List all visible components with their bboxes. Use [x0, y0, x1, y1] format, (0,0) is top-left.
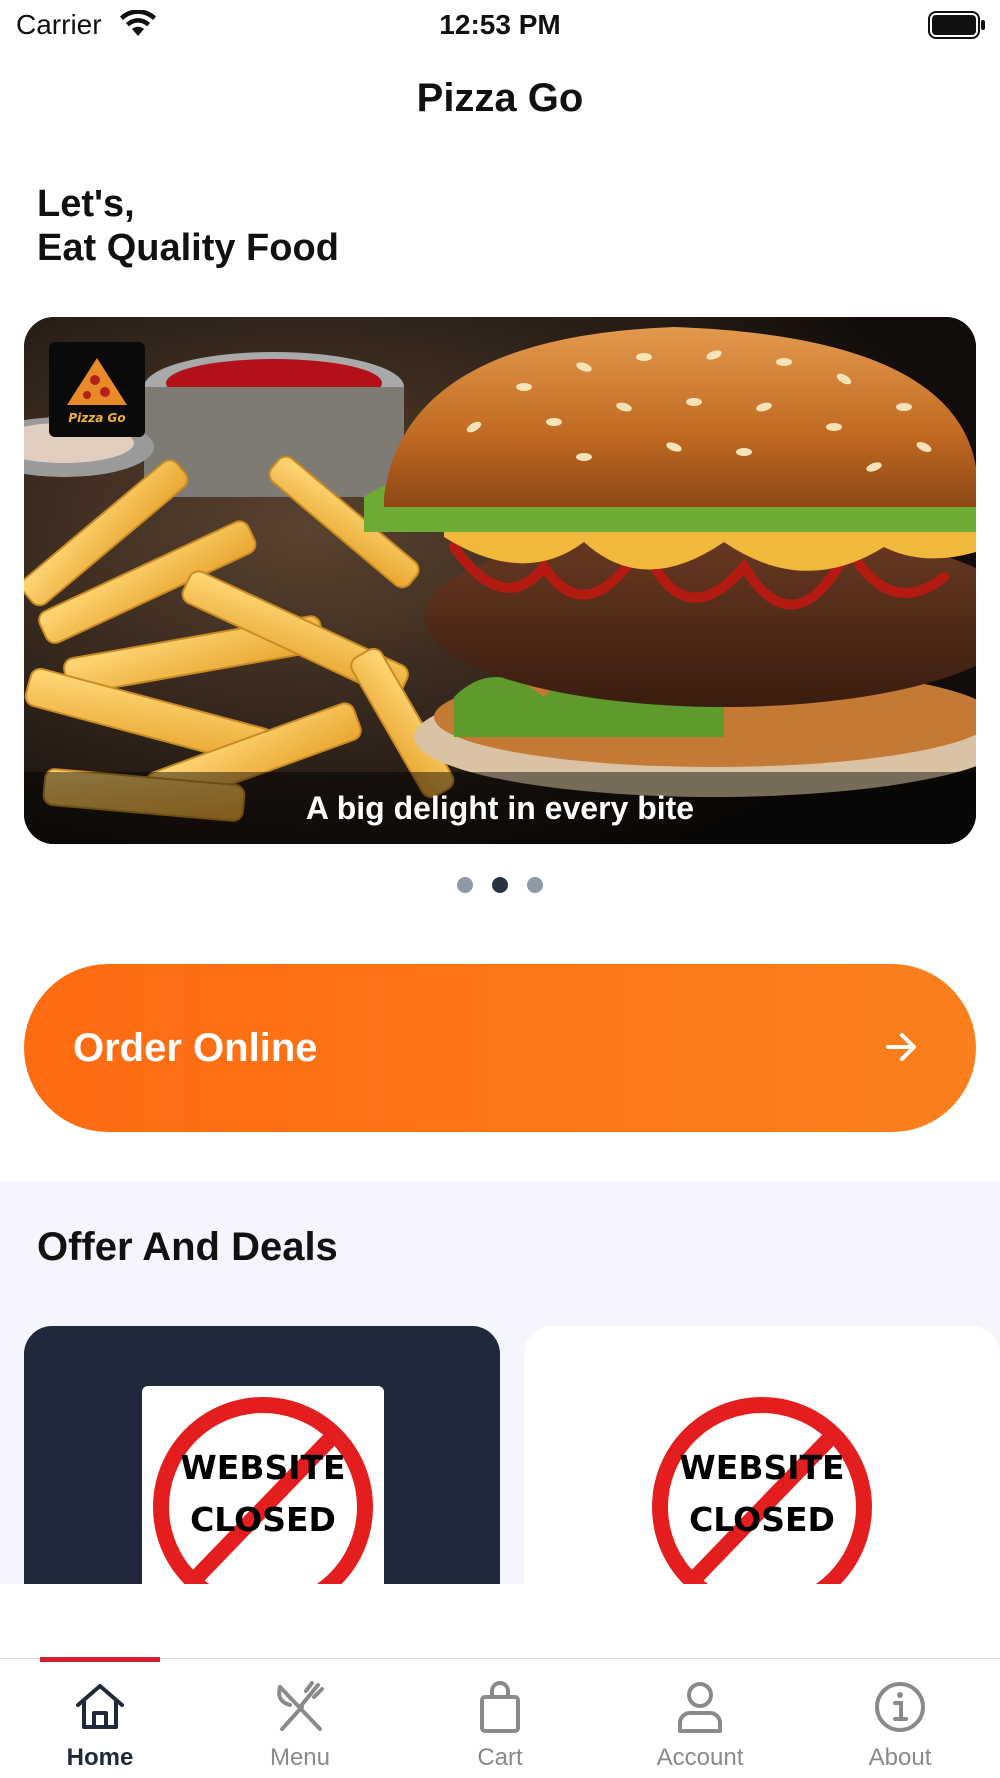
tab-label: Menu [269, 1744, 331, 1771]
user-icon [678, 1682, 722, 1733]
arrow-right-icon [886, 1033, 916, 1061]
website-closed-image: WEBSITE CLOSED [649, 1394, 875, 1584]
status-bar: Carrier 12:53 PM [0, 0, 1000, 52]
offers-title: Offer And Deals [37, 1225, 338, 1269]
shopping-bag-icon [480, 1681, 520, 1733]
greeting-line2: Eat Quality Food [37, 227, 339, 269]
tab-cart[interactable]: Cart [400, 1659, 600, 1778]
carousel-caption: A big delight in every bite [305, 789, 695, 826]
tab-account[interactable]: Account [600, 1659, 800, 1778]
carousel-caption-bar: A big delight in every bite [24, 772, 976, 844]
brand-logo: Pizza Go [49, 342, 145, 437]
battery-icon [928, 11, 985, 39]
greeting-line1: Let's, [37, 183, 135, 225]
deal-line2: CLOSED [190, 1500, 336, 1539]
tab-label: About [868, 1744, 932, 1771]
tab-about[interactable]: About [800, 1659, 1000, 1778]
tab-label: Home [66, 1744, 134, 1771]
logo-text: Pizza Go [68, 411, 125, 425]
deal-card[interactable]: WEBSITE CLOSED [24, 1326, 500, 1584]
website-closed-image: WEBSITE CLOSED [150, 1394, 376, 1584]
order-online-label: Order Online [73, 1025, 318, 1070]
tab-label: Cart [477, 1744, 523, 1771]
tab-menu[interactable]: Menu [200, 1659, 400, 1778]
tab-label: Account [656, 1744, 744, 1771]
carousel-pagination[interactable] [0, 877, 1000, 893]
deal-line2: CLOSED [689, 1500, 835, 1539]
greeting-heading: Let's, Eat Quality Food [37, 182, 339, 270]
carousel-dot-3[interactable] [527, 877, 543, 893]
clock: 12:53 PM [439, 9, 561, 40]
pizza-logo-icon: Pizza Go [67, 357, 127, 425]
deal-line1: WEBSITE [180, 1448, 346, 1487]
tab-bar: Home Menu Cart Account About [0, 1657, 1000, 1778]
carousel-dot-1[interactable] [457, 877, 473, 893]
page-title: Pizza Go [416, 76, 584, 120]
carousel-dot-2[interactable] [492, 877, 508, 893]
offers-section: Offer And Deals WEBSITE CLOSED WEBSITE C… [0, 1181, 1000, 1584]
burger-fries-image [24, 317, 976, 844]
fork-knife-icon [277, 1681, 324, 1731]
order-online-button[interactable]: Order Online [24, 964, 976, 1132]
active-tab-indicator [40, 1657, 160, 1662]
deal-card[interactable]: WEBSITE CLOSED [524, 1326, 1000, 1584]
tab-home[interactable]: Home [0, 1657, 200, 1778]
promo-carousel[interactable]: Pizza Go A big delight in every bite [24, 317, 976, 844]
info-icon [875, 1682, 925, 1732]
deal-line1: WEBSITE [679, 1448, 845, 1487]
home-icon [76, 1684, 124, 1729]
